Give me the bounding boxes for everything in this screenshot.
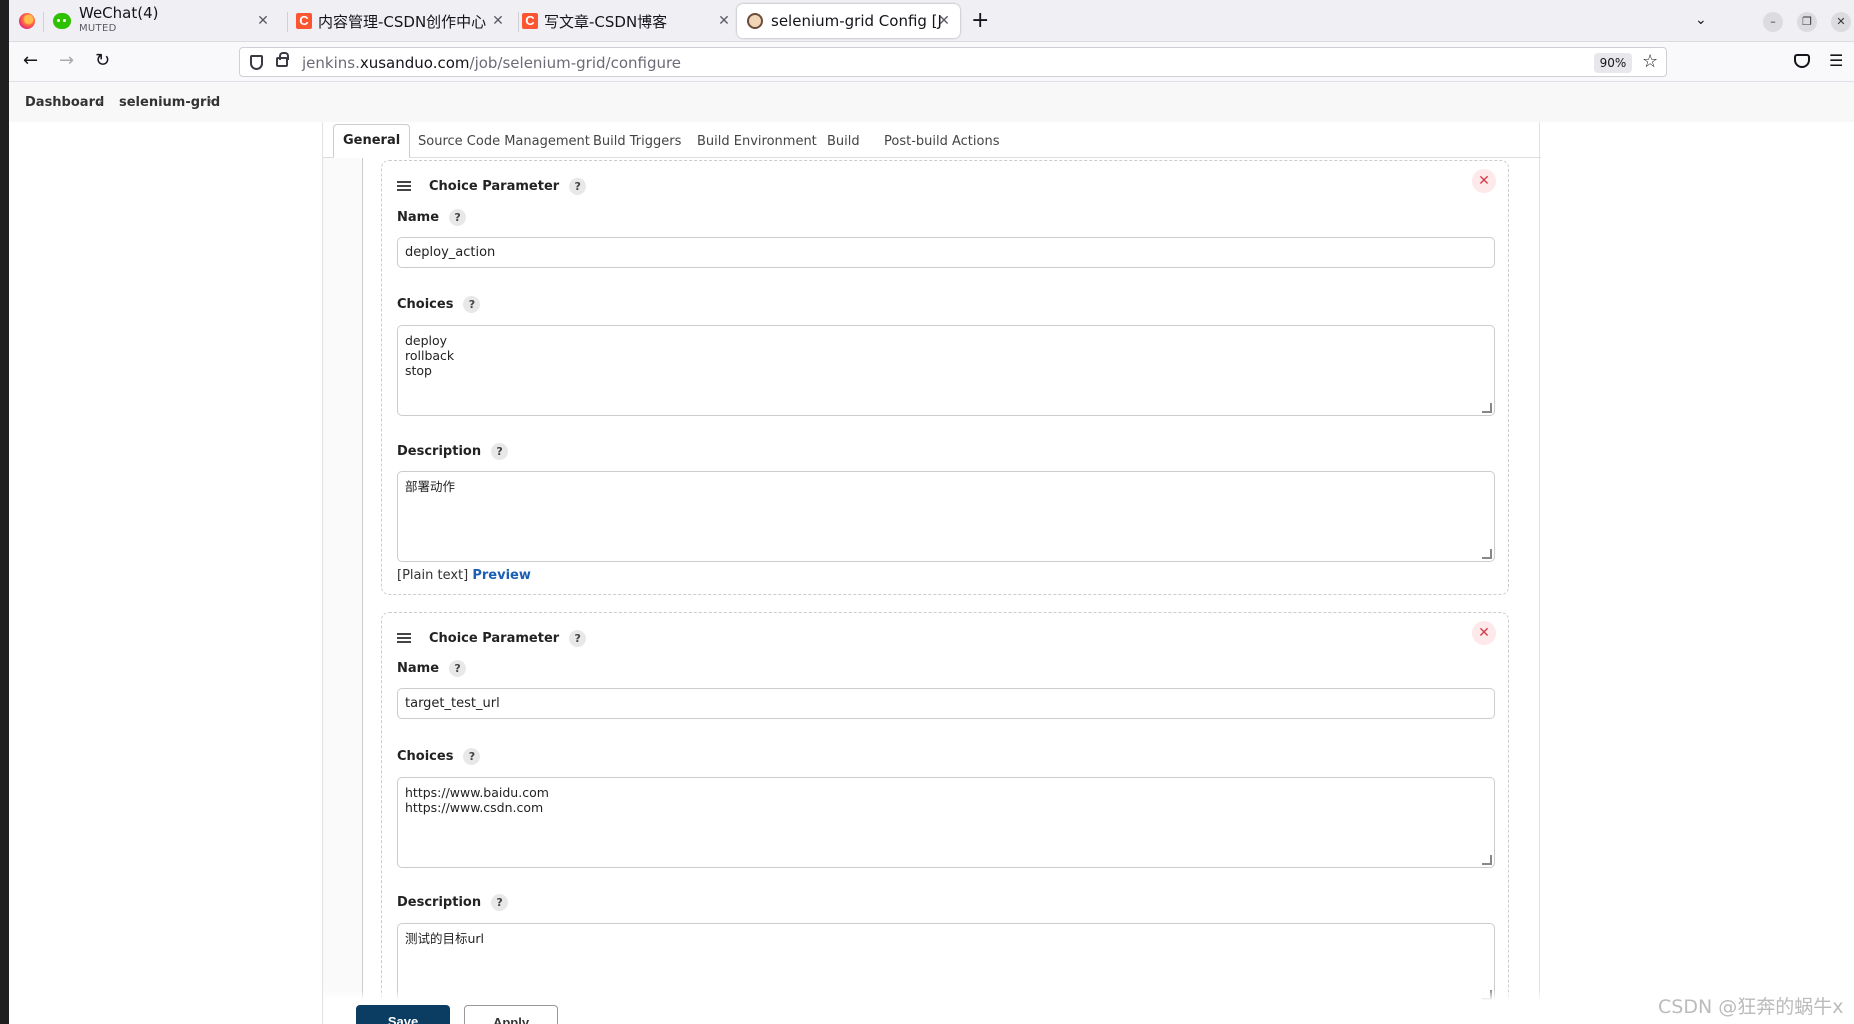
zoom-level[interactable]: 90% xyxy=(1594,53,1632,73)
apply-button[interactable]: Apply xyxy=(464,1005,558,1024)
chevron-down-icon[interactable]: ⌄ xyxy=(1695,12,1707,28)
new-tab-button[interactable]: + xyxy=(971,10,989,32)
jenkins-icon xyxy=(747,13,763,29)
name-label: Name ? xyxy=(397,660,467,677)
wechat-icon xyxy=(53,13,71,29)
browser-tab-bar: WeChat(4) MUTED ✕ C 内容管理-CSDN创作中心 ✕ C 写文… xyxy=(9,0,1854,42)
star-icon[interactable]: ☆ xyxy=(1642,51,1658,72)
minimize-icon[interactable]: – xyxy=(1763,12,1783,32)
card-header: Choice Parameter ? xyxy=(397,628,587,648)
breadcrumb-separator: › xyxy=(98,94,104,109)
card-header: Choice Parameter ? xyxy=(397,176,587,196)
url-text[interactable]: jenkins.xusanduo.com/job/selenium-grid/c… xyxy=(302,54,681,72)
section-gutter xyxy=(323,158,363,1024)
browser-nav-bar: ← → ↻ jenkins.xusanduo.com/job/selenium-… xyxy=(9,42,1854,82)
firefox-icon[interactable] xyxy=(19,13,35,29)
help-icon[interactable]: ? xyxy=(449,209,467,226)
config-tabs: General Source Code Management Build Tri… xyxy=(323,122,1541,158)
help-icon[interactable]: ? xyxy=(449,660,467,677)
markup-format-note: [Plain text] Preview xyxy=(397,568,531,583)
name-label: Name ? xyxy=(397,209,467,226)
label-text: Choices xyxy=(397,749,454,764)
help-icon[interactable]: ? xyxy=(569,629,587,647)
drag-handle-icon[interactable] xyxy=(397,633,411,643)
close-icon[interactable]: ✕ xyxy=(936,13,952,29)
tab-build-environment[interactable]: Build Environment xyxy=(697,130,817,158)
tab-csdn-write[interactable]: C 写文章-CSDN博客 ✕ xyxy=(522,4,740,38)
tab-build-triggers[interactable]: Build Triggers xyxy=(593,130,681,158)
tab-title: WeChat(4) xyxy=(79,6,159,21)
tab-separator xyxy=(518,12,519,32)
breadcrumb-dashboard[interactable]: Dashboard xyxy=(25,95,104,110)
pocket-icon[interactable] xyxy=(1794,54,1810,68)
name-input[interactable]: deploy_action xyxy=(397,237,1495,268)
breadcrumb-separator[interactable]: › xyxy=(208,94,213,109)
description-label: Description ? xyxy=(397,443,509,460)
card-title: Choice Parameter xyxy=(429,630,560,646)
menu-icon[interactable]: ☰ xyxy=(1829,51,1843,70)
url-bar[interactable]: jenkins.xusanduo.com/job/selenium-grid/c… xyxy=(239,47,1667,77)
choice-parameter-card: Choice Parameter ? ✕ Name ? deploy_actio… xyxy=(381,160,1509,595)
lock-icon[interactable] xyxy=(276,52,289,67)
label-text: Name xyxy=(397,210,440,225)
url-path: /job/selenium-grid/configure xyxy=(469,54,682,72)
choices-textarea[interactable]: deploy rollback stop xyxy=(397,325,1495,416)
tab-source-code-management[interactable]: Source Code Management xyxy=(418,130,590,158)
tab-title: 写文章-CSDN博客 xyxy=(544,12,668,31)
csdn-icon: C xyxy=(296,13,312,29)
back-icon[interactable]: ← xyxy=(23,52,38,70)
label-text: Name xyxy=(397,661,440,676)
tab-wechat[interactable]: WeChat(4) MUTED ✕ xyxy=(53,4,279,38)
tab-separator xyxy=(43,12,44,32)
save-button[interactable]: Save xyxy=(356,1005,450,1024)
tab-jenkins-config[interactable]: selenium-grid Config [Jen ✕ xyxy=(737,4,960,38)
label-text: Choices xyxy=(397,297,454,312)
tab-muted-label: MUTED xyxy=(79,23,117,34)
tab-title: 内容管理-CSDN创作中心 xyxy=(318,12,487,31)
label-text: Description xyxy=(397,895,482,910)
preview-link[interactable]: Preview xyxy=(472,568,531,583)
tab-csdn-content[interactable]: C 内容管理-CSDN创作中心 ✕ xyxy=(296,4,514,38)
csdn-icon: C xyxy=(522,13,538,29)
plain-text-label: [Plain text] xyxy=(397,568,469,583)
url-prefix: jenkins. xyxy=(302,54,360,72)
drag-handle-icon[interactable] xyxy=(397,181,411,191)
restore-icon[interactable]: ❐ xyxy=(1797,12,1817,32)
close-icon[interactable]: ✕ xyxy=(1472,621,1496,645)
help-icon[interactable]: ? xyxy=(491,894,509,911)
config-form: General Source Code Management Build Tri… xyxy=(322,122,1541,1024)
forward-icon[interactable]: → xyxy=(59,52,74,70)
description-textarea[interactable]: 部署动作 xyxy=(397,471,1495,562)
description-label: Description ? xyxy=(397,894,509,911)
screen-edge xyxy=(0,0,9,1024)
tab-general[interactable]: General xyxy=(333,124,411,158)
help-icon[interactable]: ? xyxy=(569,177,587,195)
reload-icon[interactable]: ↻ xyxy=(95,52,110,70)
choices-textarea[interactable]: https://www.baidu.com https://www.csdn.c… xyxy=(397,777,1495,868)
card-title: Choice Parameter xyxy=(429,178,560,194)
watermark: CSDN @狂奔的蜗牛x xyxy=(1658,996,1844,1018)
window-close-icon[interactable]: ✕ xyxy=(1831,12,1851,32)
tab-title: selenium-grid Config [Jen xyxy=(771,12,941,30)
choices-label: Choices ? xyxy=(397,296,481,313)
choice-parameter-card: Choice Parameter ? ✕ Name ? target_test_… xyxy=(381,612,1509,1024)
close-icon[interactable]: ✕ xyxy=(716,13,732,29)
breadcrumb: Dashboard › selenium-grid › xyxy=(9,82,1854,122)
breadcrumb-job[interactable]: selenium-grid xyxy=(119,95,220,110)
close-icon[interactable]: ✕ xyxy=(255,13,271,29)
close-icon[interactable]: ✕ xyxy=(1472,169,1496,193)
tab-post-build-actions[interactable]: Post-build Actions xyxy=(884,130,999,158)
label-text: Description xyxy=(397,444,482,459)
close-icon[interactable]: ✕ xyxy=(490,13,506,29)
tab-separator xyxy=(287,12,288,32)
help-icon[interactable]: ? xyxy=(463,748,481,765)
help-icon[interactable]: ? xyxy=(491,443,509,460)
tab-build[interactable]: Build xyxy=(827,130,860,158)
url-host: xusanduo.com xyxy=(359,54,470,72)
help-icon[interactable]: ? xyxy=(463,296,481,313)
choices-label: Choices ? xyxy=(397,748,481,765)
shield-icon[interactable] xyxy=(250,55,263,70)
name-input[interactable]: target_test_url xyxy=(397,688,1495,719)
